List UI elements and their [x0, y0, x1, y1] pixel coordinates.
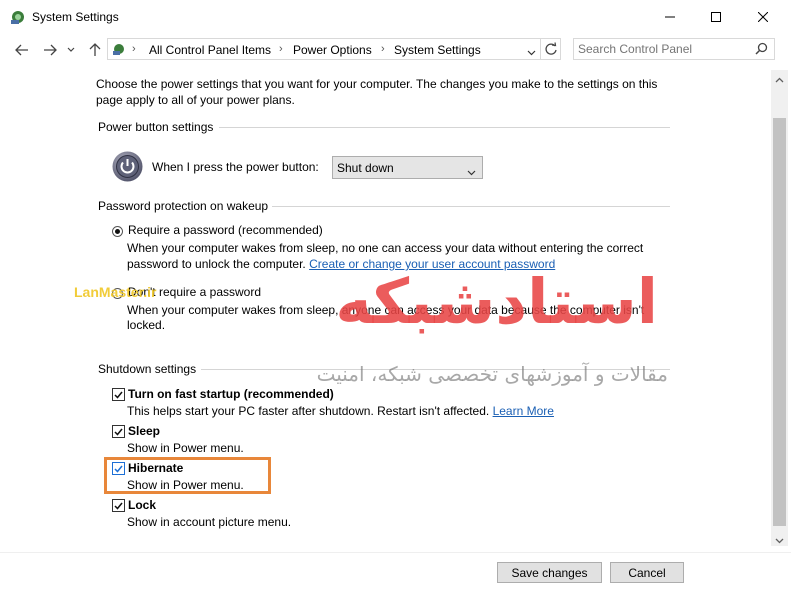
- checkmark-icon: [114, 502, 123, 510]
- divider: [540, 39, 541, 59]
- no-password-desc-1: When your computer wakes from sleep, any…: [127, 303, 645, 317]
- lock-checkbox[interactable]: [112, 499, 125, 512]
- fast-startup-checkbox[interactable]: [112, 388, 125, 401]
- close-icon: [758, 12, 768, 22]
- chevron-down-icon: [527, 50, 536, 56]
- section-divider: [272, 206, 670, 207]
- fast-startup-label[interactable]: Turn on fast startup (recommended): [128, 387, 334, 401]
- power-button-label: When I press the power button:: [152, 160, 319, 174]
- require-password-label[interactable]: Require a password (recommended): [128, 223, 323, 237]
- minimize-icon: [665, 16, 675, 18]
- section-divider: [219, 127, 670, 128]
- minimize-button[interactable]: [647, 0, 693, 34]
- power-button-section-title: Power button settings: [98, 120, 214, 134]
- require-password-desc-1: When your computer wakes from sleep, no …: [127, 241, 644, 255]
- scrollbar-thumb[interactable]: [773, 118, 786, 526]
- search-icon[interactable]: [755, 42, 768, 58]
- breadcrumb-separator-icon: ›: [132, 43, 136, 55]
- power-button-action-value: Shut down: [337, 161, 394, 175]
- forward-button[interactable]: [40, 40, 60, 60]
- maximize-button[interactable]: [693, 0, 739, 34]
- control-panel-icon: [112, 42, 128, 59]
- breadcrumb-separator-icon: ›: [381, 43, 385, 55]
- cancel-button[interactable]: Cancel: [610, 562, 684, 583]
- close-button[interactable]: [740, 0, 786, 34]
- search-box[interactable]: [573, 38, 775, 60]
- change-password-link[interactable]: Create or change your user account passw…: [309, 257, 555, 271]
- save-changes-button[interactable]: Save changes: [497, 562, 602, 583]
- address-bar[interactable]: › All Control Panel Items › Power Option…: [107, 38, 561, 60]
- control-panel-icon: [10, 9, 26, 25]
- window-title: System Settings: [32, 10, 119, 24]
- learn-more-link[interactable]: Learn More: [493, 404, 554, 418]
- checkmark-icon: [114, 428, 123, 436]
- require-password-radio[interactable]: [112, 226, 123, 237]
- shutdown-section-title: Shutdown settings: [98, 362, 197, 376]
- power-button-action-select[interactable]: Shut down: [332, 156, 483, 179]
- arrow-left-icon: [15, 44, 28, 56]
- search-input[interactable]: [578, 41, 748, 57]
- password-section-title: Password protection on wakeup: [98, 199, 269, 213]
- checkmark-icon: [114, 391, 123, 399]
- hibernate-highlight-box: [104, 457, 271, 494]
- maximize-icon: [711, 12, 721, 22]
- breadcrumb-all-control-panel-items[interactable]: All Control Panel Items: [149, 43, 271, 57]
- lock-label[interactable]: Lock: [128, 498, 156, 512]
- sleep-label[interactable]: Sleep: [128, 424, 160, 438]
- intro-text-line-2: page apply to all of your power plans.: [96, 93, 295, 107]
- sleep-desc: Show in Power menu.: [127, 441, 244, 455]
- footer-divider: [0, 552, 791, 553]
- watermark: استادشبکه LanMaster.ir مقالات و آموزشهای…: [20, 262, 670, 402]
- address-dropdown-button[interactable]: [527, 45, 536, 59]
- refresh-button[interactable]: [544, 42, 558, 59]
- lock-desc: Show in account picture menu.: [127, 515, 292, 529]
- sleep-checkbox[interactable]: [112, 425, 125, 438]
- recent-locations-button[interactable]: [64, 40, 78, 60]
- no-password-desc-2: locked.: [127, 318, 166, 332]
- no-password-label[interactable]: Don't require a password: [128, 285, 261, 299]
- fast-startup-desc: This helps start your PC faster after sh…: [127, 404, 554, 418]
- up-button[interactable]: [85, 40, 105, 60]
- require-password-desc-2: password to unlock the computer. Create …: [127, 257, 556, 271]
- no-password-radio[interactable]: [112, 288, 123, 299]
- intro-text-line-1: Choose the power settings that you want …: [96, 77, 658, 91]
- breadcrumb-separator-icon: ›: [279, 43, 283, 55]
- arrow-right-icon: [44, 44, 57, 56]
- scroll-up-arrow-icon[interactable]: [775, 72, 784, 86]
- back-button[interactable]: [12, 40, 32, 60]
- chevron-down-icon: [67, 47, 75, 52]
- breadcrumb-power-options[interactable]: Power Options: [293, 43, 372, 57]
- refresh-icon: [545, 42, 557, 55]
- arrow-up-icon: [89, 43, 101, 56]
- breadcrumb-system-settings[interactable]: System Settings: [394, 43, 481, 57]
- section-divider: [201, 369, 670, 370]
- scroll-down-arrow-icon[interactable]: [775, 533, 784, 547]
- watermark-subtitle-text: مقالات و آموزشهای تخصصی شبکه، امنیت: [316, 362, 668, 386]
- chevron-down-icon: [467, 165, 476, 179]
- power-button-icon: [112, 151, 143, 185]
